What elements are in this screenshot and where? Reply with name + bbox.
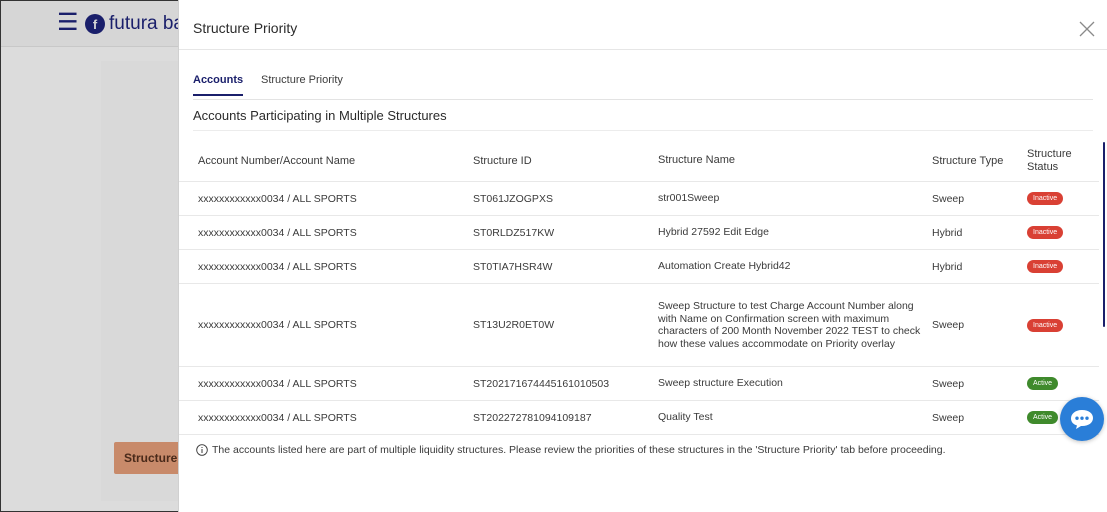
- logo-mark-icon: f: [85, 14, 105, 34]
- cell-status: Inactive: [1027, 284, 1087, 366]
- header-status-line1: Structure: [1027, 147, 1072, 160]
- table-row: xxxxxxxxxxxx0034 / ALL SPORTS ST13U2R0ET…: [179, 284, 1099, 367]
- modal-tabs: Accounts Structure Priority: [193, 74, 1093, 100]
- cell-structure-type: Hybrid: [932, 260, 963, 273]
- cell-structure-id: ST0TIA7HSR4W: [473, 260, 553, 273]
- table-header: Account Number/Account Name Structure ID…: [179, 140, 1099, 182]
- cell-structure-id: ST202272781094109187: [473, 411, 592, 424]
- status-badge: Active: [1027, 411, 1059, 424]
- hamburger-menu-icon[interactable]: ☰: [57, 11, 79, 35]
- status-badge: Inactive: [1027, 226, 1064, 239]
- header-account: Account Number/Account Name: [198, 154, 356, 167]
- accounts-table: Account Number/Account Name Structure ID…: [179, 140, 1099, 435]
- cell-account: xxxxxxxxxxxx0034 / ALL SPORTS: [198, 319, 357, 331]
- status-badge: Inactive: [1027, 192, 1064, 205]
- section-title: Accounts Participating in Multiple Struc…: [193, 101, 1093, 131]
- header-structure-type: Structure Type: [932, 154, 1004, 167]
- cell-structure-id: ST061JZOGPXS: [473, 192, 553, 205]
- cell-status: Inactive: [1027, 182, 1087, 215]
- cell-account: xxxxxxxxxxxx0034 / ALL SPORTS: [198, 377, 357, 390]
- info-text: The accounts listed here are part of mul…: [212, 444, 946, 456]
- cell-structure-type: Sweep: [932, 411, 965, 424]
- app-logo: f futura bar: [85, 13, 190, 35]
- close-icon[interactable]: [1078, 20, 1096, 38]
- cell-structure-name: Sweep Structure to test Charge Account N…: [658, 300, 921, 350]
- cell-status: Inactive: [1027, 250, 1087, 283]
- modal-header: Structure Priority: [179, 0, 1107, 50]
- cell-account: xxxxxxxxxxxx0034 / ALL SPORTS: [198, 260, 357, 273]
- table-row: xxxxxxxxxxxx0034 / ALL SPORTS ST20227278…: [179, 401, 1099, 435]
- header-structure-name: Structure Name: [658, 154, 736, 167]
- tab-structure-priority[interactable]: Structure Priority: [261, 74, 343, 94]
- cell-structure-name: Quality Test: [658, 411, 713, 424]
- cell-structure-id: ST202171674445161010503: [473, 377, 610, 390]
- table-row: xxxxxxxxxxxx0034 / ALL SPORTS ST20217167…: [179, 367, 1099, 401]
- cell-status: Inactive: [1027, 216, 1087, 249]
- header-structure-id: Structure ID: [473, 154, 532, 167]
- section-title-text: Accounts Participating in Multiple Struc…: [193, 108, 447, 123]
- cell-status: Active: [1027, 367, 1087, 400]
- cell-structure-id: ST0RLDZ517KW: [473, 226, 555, 239]
- status-badge: Active: [1027, 377, 1059, 390]
- header-status-line2: Status: [1027, 160, 1059, 173]
- cell-structure-name: Automation Create Hybrid42: [658, 260, 791, 273]
- info-icon: [196, 444, 208, 456]
- status-badge: Inactive: [1027, 260, 1064, 273]
- cell-structure-type: Sweep: [932, 319, 965, 331]
- cell-account: xxxxxxxxxxxx0034 / ALL SPORTS: [198, 192, 357, 205]
- table-row: xxxxxxxxxxxx0034 / ALL SPORTS ST0RLDZ517…: [179, 216, 1099, 250]
- chat-bubble-icon[interactable]: [1060, 397, 1104, 441]
- status-badge: Inactive: [1027, 318, 1064, 332]
- cell-structure-type: Hybrid: [932, 226, 963, 239]
- cell-structure-name: Sweep structure Execution: [658, 377, 783, 390]
- table-scrollbar[interactable]: [1103, 142, 1105, 327]
- table-row: xxxxxxxxxxxx0034 / ALL SPORTS ST0TIA7HSR…: [179, 250, 1099, 284]
- cell-structure-type: Sweep: [932, 192, 965, 205]
- table-row: xxxxxxxxxxxx0034 / ALL SPORTS ST061JZOGP…: [179, 182, 1099, 216]
- tab-accounts[interactable]: Accounts: [193, 74, 244, 96]
- structure-priority-button[interactable]: Structure Pr: [114, 442, 184, 474]
- header-structure-status: Structure Status: [1027, 140, 1087, 181]
- cell-structure-name: str001Sweep: [658, 192, 720, 205]
- info-note: The accounts listed here are part of mul…: [196, 444, 946, 456]
- background-panel: [101, 61, 181, 501]
- modal-title: Structure Priority: [193, 20, 298, 36]
- cell-structure-type: Sweep: [932, 377, 965, 390]
- cell-account: xxxxxxxxxxxx0034 / ALL SPORTS: [198, 226, 357, 239]
- cell-structure-name: Hybrid 27592 Edit Edge: [658, 226, 769, 239]
- cell-structure-id: ST13U2R0ET0W: [473, 319, 555, 331]
- structure-priority-modal: Structure Priority Accounts Structure Pr…: [178, 0, 1107, 512]
- cell-account: xxxxxxxxxxxx0034 / ALL SPORTS: [198, 411, 357, 424]
